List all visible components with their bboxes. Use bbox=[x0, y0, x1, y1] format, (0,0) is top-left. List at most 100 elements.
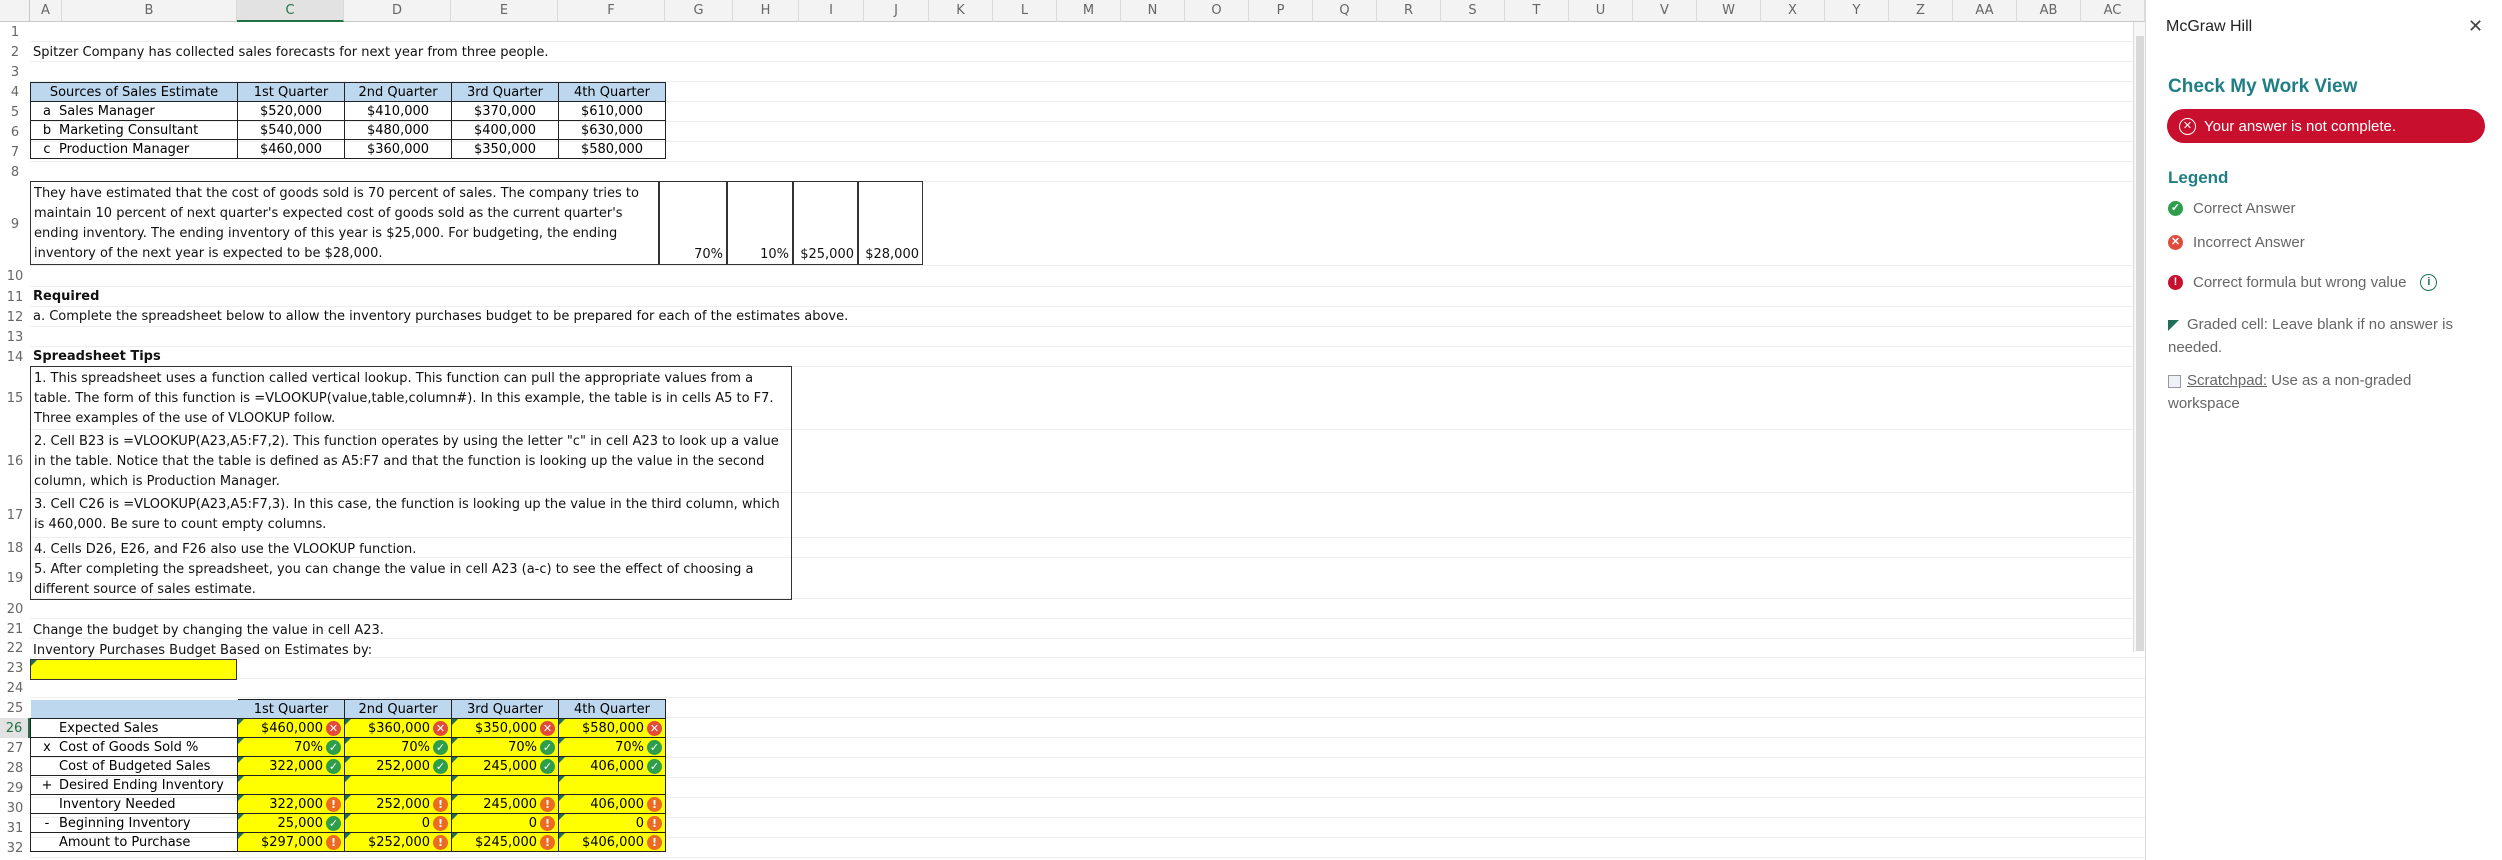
column-header[interactable]: D bbox=[344, 0, 451, 22]
column-header[interactable]: E bbox=[451, 0, 558, 22]
row-header[interactable]: 25 bbox=[0, 698, 30, 718]
row-header[interactable]: 10 bbox=[0, 266, 30, 287]
source-quarter-value[interactable]: $370,000 bbox=[451, 101, 559, 121]
graded-input-cell[interactable]: 70% ✓ bbox=[344, 737, 452, 757]
column-header[interactable]: Q bbox=[1313, 0, 1377, 22]
row-header[interactable]: 14 bbox=[0, 347, 30, 367]
graded-input-cell[interactable]: 0! bbox=[558, 813, 666, 833]
row-header[interactable]: 8 bbox=[0, 162, 30, 182]
graded-input-cell[interactable]: 0! bbox=[344, 813, 452, 833]
column-header[interactable]: N bbox=[1121, 0, 1185, 22]
graded-input-cell[interactable]: 70% ✓ bbox=[558, 737, 666, 757]
row-header[interactable]: 13 bbox=[0, 327, 30, 347]
info-icon[interactable]: i bbox=[2420, 274, 2438, 291]
row-header[interactable]: 21 bbox=[0, 619, 30, 639]
graded-input-cell[interactable]: $350,000 ✕ bbox=[451, 718, 559, 738]
source-quarter-value[interactable]: $610,000 bbox=[558, 101, 666, 121]
row-header[interactable]: 19 bbox=[0, 558, 30, 599]
graded-input-cell[interactable]: 70% ✓ bbox=[451, 737, 559, 757]
column-header[interactable]: W bbox=[1697, 0, 1761, 22]
graded-input-cell[interactable]: 245,000 ✓ bbox=[451, 756, 559, 776]
spreadsheet[interactable]: A B C D E F G H I J K L M N O P Q R S T U V W X Y Z AA AB AC 1234567… bbox=[0, 0, 2145, 860]
row-header[interactable]: 7 bbox=[0, 142, 30, 162]
row-header[interactable]: 18 bbox=[0, 538, 30, 558]
graded-input-cell[interactable]: $406,000! bbox=[558, 832, 666, 852]
column-header[interactable]: Z bbox=[1889, 0, 1953, 22]
select-all-corner[interactable] bbox=[0, 0, 30, 22]
column-header[interactable]: C bbox=[237, 0, 344, 22]
row-header[interactable]: 9 bbox=[0, 182, 30, 266]
column-header[interactable]: T bbox=[1505, 0, 1569, 22]
close-icon[interactable]: ✕ bbox=[2468, 16, 2483, 37]
row-header[interactable]: 26 bbox=[0, 718, 30, 738]
row-header[interactable]: 28 bbox=[0, 758, 30, 778]
row-header[interactable]: 30 bbox=[0, 798, 30, 818]
source-quarter-value[interactable]: $460,000 bbox=[237, 139, 345, 159]
source-quarter-value[interactable]: $350,000 bbox=[451, 139, 559, 159]
graded-input-cell[interactable]: $245,000! bbox=[451, 832, 559, 852]
column-header[interactable]: U bbox=[1569, 0, 1633, 22]
graded-input-cell[interactable]: 322,000! bbox=[237, 794, 345, 814]
column-header[interactable]: A bbox=[30, 0, 62, 22]
graded-input-cell[interactable]: 252,000 ✓ bbox=[344, 756, 452, 776]
column-header[interactable]: J bbox=[864, 0, 929, 22]
source-quarter-value[interactable]: $360,000 bbox=[344, 139, 452, 159]
row-header[interactable]: 29 bbox=[0, 778, 30, 798]
graded-input-cell[interactable]: 70% ✓ bbox=[237, 737, 345, 757]
column-header[interactable]: S bbox=[1441, 0, 1505, 22]
graded-input-cell[interactable]: 406,000! bbox=[558, 794, 666, 814]
column-header[interactable]: H bbox=[733, 0, 799, 22]
column-header[interactable]: X bbox=[1761, 0, 1825, 22]
row-header[interactable]: 6 bbox=[0, 122, 30, 142]
column-header[interactable]: AC bbox=[2081, 0, 2145, 22]
graded-input-cell[interactable]: $252,000! bbox=[344, 832, 452, 852]
row-header[interactable]: 20 bbox=[0, 599, 30, 619]
graded-input-cell[interactable]: 25,000 ✓ bbox=[237, 813, 345, 833]
row-header[interactable]: 22 bbox=[0, 639, 30, 658]
row-header[interactable]: 1 bbox=[0, 22, 30, 42]
row-header[interactable]: 27 bbox=[0, 738, 30, 758]
row-header[interactable]: 16 bbox=[0, 430, 30, 493]
estimate-selector-cell[interactable] bbox=[30, 659, 237, 680]
column-header[interactable]: R bbox=[1377, 0, 1441, 22]
source-quarter-value[interactable]: $520,000 bbox=[237, 101, 345, 121]
beginning-inventory-cell[interactable]: $25,000 bbox=[793, 181, 858, 265]
source-quarter-value[interactable]: $400,000 bbox=[451, 120, 559, 140]
graded-input-cell[interactable]: 322,000 ✓ bbox=[237, 756, 345, 776]
row-header[interactable]: 3 bbox=[0, 62, 30, 82]
graded-input-cell[interactable]: $460,000 ✕ bbox=[237, 718, 345, 738]
column-header[interactable]: F bbox=[558, 0, 665, 22]
graded-input-cell[interactable]: 252,000! bbox=[344, 794, 452, 814]
column-header[interactable]: AA bbox=[1953, 0, 2017, 22]
graded-input-cell[interactable] bbox=[558, 775, 666, 795]
graded-input-cell[interactable]: 0! bbox=[451, 813, 559, 833]
graded-input-cell[interactable] bbox=[451, 775, 559, 795]
column-header[interactable]: P bbox=[1249, 0, 1313, 22]
ending-inventory-cell[interactable]: $28,000 bbox=[858, 181, 923, 265]
column-header[interactable]: B bbox=[62, 0, 237, 22]
row-header[interactable]: 31 bbox=[0, 818, 30, 838]
column-header[interactable]: AB bbox=[2017, 0, 2081, 22]
graded-input-cell[interactable]: $297,000! bbox=[237, 832, 345, 852]
row-header[interactable]: 11 bbox=[0, 287, 30, 307]
scratchpad-link[interactable]: Scratchpad: bbox=[2187, 372, 2267, 389]
graded-input-cell[interactable]: $580,000 ✕ bbox=[558, 718, 666, 738]
row-header[interactable]: 24 bbox=[0, 679, 30, 698]
row-header[interactable]: 32 bbox=[0, 838, 30, 858]
row-header[interactable]: 15 bbox=[0, 367, 30, 430]
row-header[interactable]: 4 bbox=[0, 82, 30, 102]
graded-input-cell[interactable]: $360,000 ✕ bbox=[344, 718, 452, 738]
column-header[interactable]: Y bbox=[1825, 0, 1889, 22]
source-quarter-value[interactable]: $480,000 bbox=[344, 120, 452, 140]
column-header[interactable]: K bbox=[929, 0, 993, 22]
cogs-percent-cell[interactable]: 70% bbox=[659, 181, 727, 265]
source-quarter-value[interactable]: $410,000 bbox=[344, 101, 452, 121]
column-header[interactable]: I bbox=[799, 0, 864, 22]
column-header[interactable]: M bbox=[1057, 0, 1121, 22]
column-header[interactable]: O bbox=[1185, 0, 1249, 22]
inventory-percent-cell[interactable]: 10% bbox=[727, 181, 793, 265]
graded-input-cell[interactable]: 245,000! bbox=[451, 794, 559, 814]
graded-input-cell[interactable] bbox=[344, 775, 452, 795]
column-header[interactable]: V bbox=[1633, 0, 1697, 22]
row-header[interactable]: 2 bbox=[0, 42, 30, 62]
